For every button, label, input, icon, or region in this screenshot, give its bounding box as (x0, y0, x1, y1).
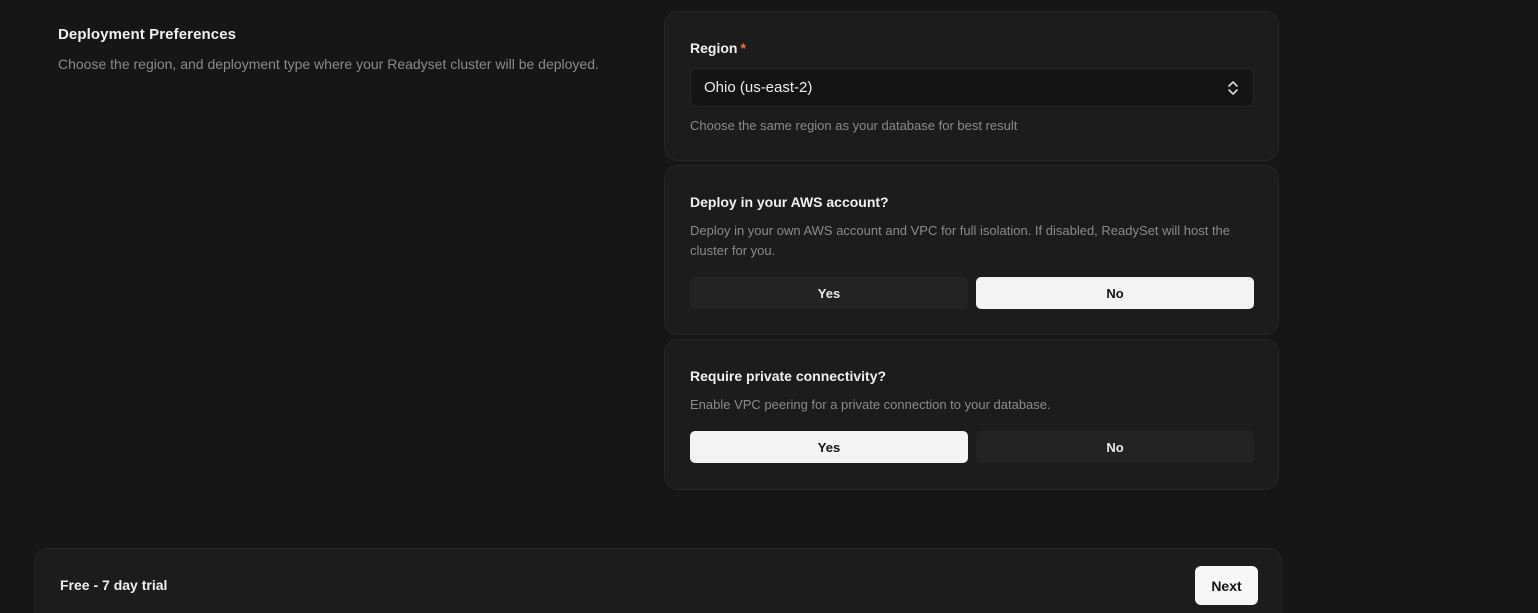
private-connectivity-card: Require private connectivity? Enable VPC… (664, 339, 1279, 490)
private-connectivity-description: Enable VPC peering for a private connect… (690, 397, 1051, 412)
footer-bar: Free - 7 day trial Next (34, 548, 1282, 613)
plan-label: Free - 7 day trial (60, 577, 168, 593)
required-mark: * (740, 40, 746, 56)
region-select-value: Ohio (us-east-2) (704, 79, 813, 96)
private-yes-button[interactable]: Yes (690, 431, 968, 463)
aws-account-card: Deploy in your AWS account? Deploy in yo… (664, 165, 1279, 335)
aws-account-description: Deploy in your own AWS account and VPC f… (690, 223, 1231, 258)
section-title: Deployment Preferences (58, 26, 237, 43)
private-connectivity-label: Require private connectivity? (690, 368, 887, 384)
region-label-text: Region (690, 40, 738, 56)
chevron-up-down-icon (1227, 79, 1239, 97)
private-no-button[interactable]: No (976, 431, 1254, 463)
region-label: Region * (690, 40, 1252, 56)
deployment-preferences-page: Deployment Preferences Choose the region… (0, 0, 1538, 613)
section-description: Choose the region, and deployment type w… (58, 56, 599, 72)
aws-yes-button[interactable]: Yes (690, 277, 968, 309)
aws-account-toggle: Yes No (690, 277, 1254, 309)
private-connectivity-toggle: Yes No (690, 431, 1254, 463)
region-helper-text: Choose the same region as your database … (690, 118, 1018, 133)
region-card: Region * Ohio (us-east-2) Choose the same… (664, 11, 1279, 161)
section-info: Deployment Preferences Choose the region… (58, 26, 618, 76)
aws-account-label: Deploy in your AWS account? (690, 194, 889, 210)
region-select[interactable]: Ohio (us-east-2) (690, 68, 1254, 107)
aws-no-button[interactable]: No (976, 277, 1254, 309)
next-button[interactable]: Next (1195, 566, 1258, 605)
